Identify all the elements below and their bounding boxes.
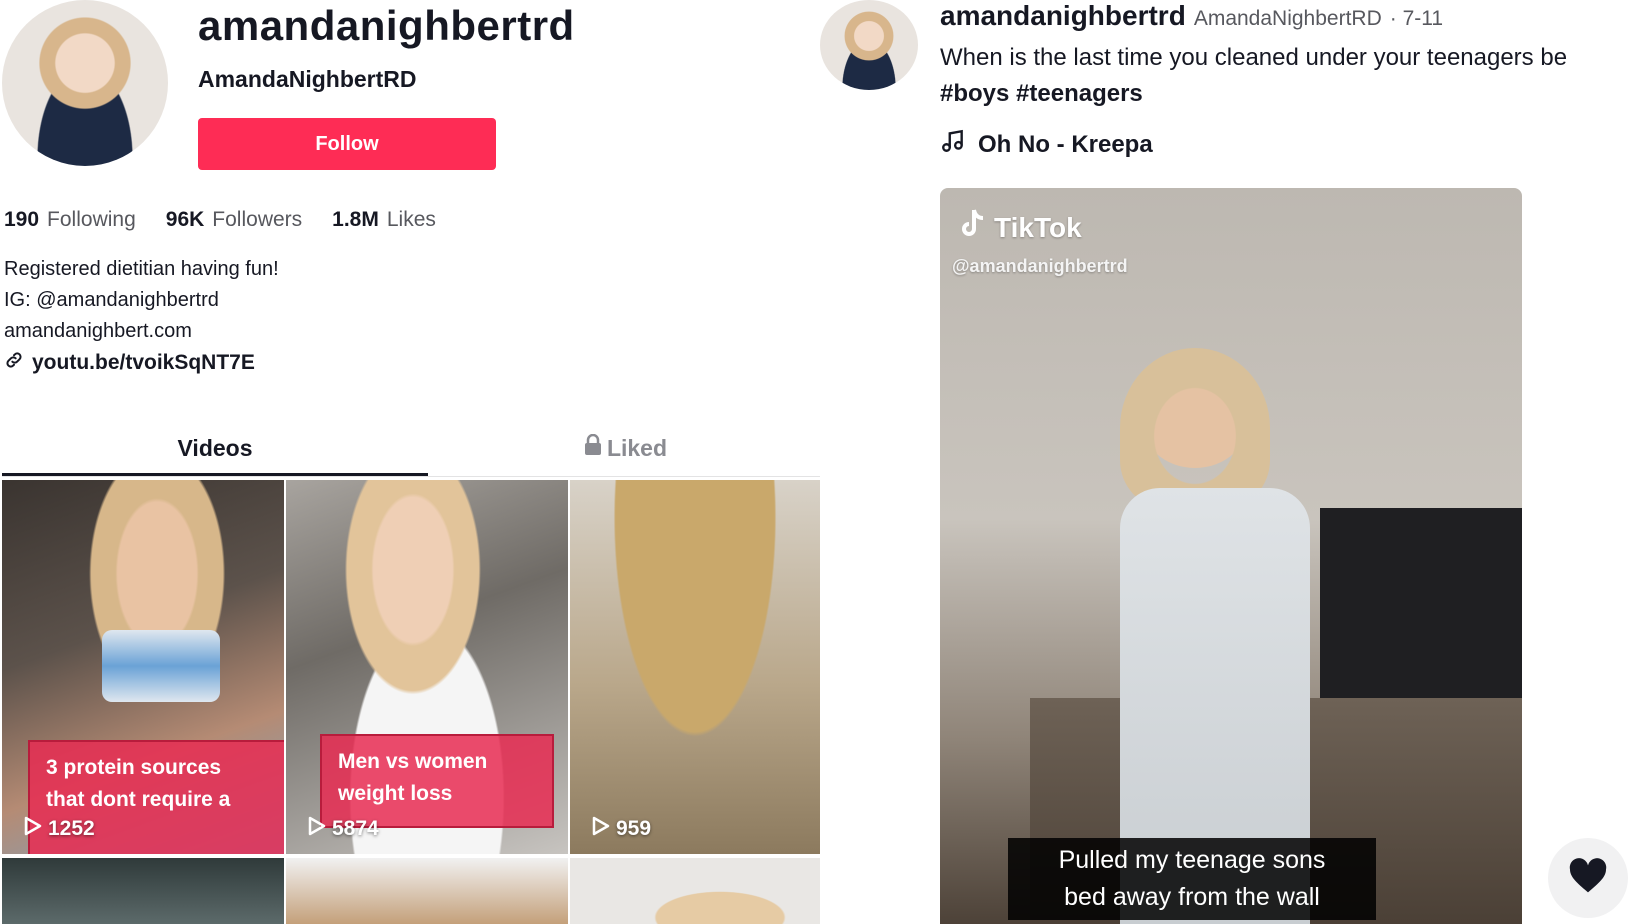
caption-line: weight loss xyxy=(338,782,453,805)
caption-line: Men vs women xyxy=(338,750,488,773)
stat-value: 190 xyxy=(4,208,40,231)
product-can xyxy=(102,630,220,702)
like-button[interactable] xyxy=(1548,838,1628,918)
stat-label: Followers xyxy=(212,208,303,231)
video-thumbnail[interactable] xyxy=(570,858,820,924)
play-icon xyxy=(592,816,610,842)
caption-line: 3 protein sources xyxy=(46,756,222,779)
person-hair xyxy=(1120,348,1270,508)
heart-icon xyxy=(1568,857,1608,899)
stat-following[interactable]: 190 Following xyxy=(4,208,136,232)
profile-username: amandanighbertrd xyxy=(198,2,575,49)
music-note-icon xyxy=(940,128,966,161)
video-caption: Men vs women weight loss xyxy=(320,734,554,828)
stat-value: 1.8M xyxy=(332,208,379,231)
tab-videos[interactable]: Videos xyxy=(2,430,428,476)
post-music[interactable]: Oh No - Kreepa xyxy=(940,128,1153,161)
post-description: When is the last time you cleaned under … xyxy=(940,44,1568,71)
view-count-value: 1252 xyxy=(48,817,95,840)
stat-followers[interactable]: 96K Followers xyxy=(166,208,302,232)
profile-link[interactable]: youtu.be/tvoikSqNT7E xyxy=(4,350,255,376)
profile-avatar[interactable] xyxy=(2,0,168,166)
video-thumbnail[interactable] xyxy=(2,858,284,924)
video-thumbnail[interactable]: Men vs women weight loss 5874 xyxy=(286,480,568,854)
music-title: Oh No - Kreepa xyxy=(978,130,1153,158)
view-count: 5874 xyxy=(308,816,379,842)
tab-liked-label: Liked xyxy=(606,435,668,461)
watermark-handle: @amandanighbertrd xyxy=(952,256,1128,276)
post-username[interactable]: amandanighbertrd xyxy=(940,0,1186,32)
view-count: 959 xyxy=(592,816,651,842)
tiktok-watermark: TikTok xyxy=(958,208,1082,247)
post-header: amandanighbertrd AmandaNighbertRD · 7-11 xyxy=(940,0,1443,32)
profile-stats: 190 Following 96K Followers 1.8M Likes xyxy=(4,208,436,232)
view-count-value: 959 xyxy=(616,817,652,840)
play-icon xyxy=(308,816,326,842)
view-count: 1252 xyxy=(24,816,95,842)
video-player[interactable] xyxy=(940,188,1522,924)
tiktok-logo-icon xyxy=(958,208,986,247)
profile-nickname: AmandaNighbertRD xyxy=(198,66,417,92)
subtitle-line: bed away from the wall xyxy=(1064,883,1320,911)
subtitle-line: Pulled my teenage sons xyxy=(1058,846,1326,874)
profile-link-text[interactable]: youtu.be/tvoikSqNT7E xyxy=(32,351,255,375)
bio-line: amandanighbert.com xyxy=(4,320,192,342)
watermark-brand: TikTok xyxy=(994,211,1082,243)
video-subtitle: Pulled my teenage sons bed away from the… xyxy=(1008,838,1376,920)
tab-liked[interactable]: Liked xyxy=(428,430,822,466)
video-thumbnail[interactable]: 3 protein sources that dont require a 12… xyxy=(2,480,284,854)
stat-value: 96K xyxy=(165,208,205,231)
follow-button[interactable]: Follow xyxy=(198,118,496,170)
stat-likes: 1.8M Likes xyxy=(332,208,436,232)
video-thumbnail[interactable] xyxy=(286,858,568,924)
bio-line: IG: @amandanighbertrd xyxy=(4,289,219,311)
caption-line: that dont require a xyxy=(46,788,231,811)
play-icon xyxy=(24,816,42,842)
view-count-value: 5874 xyxy=(332,817,379,840)
lock-icon xyxy=(583,430,603,466)
tabs-divider xyxy=(2,476,820,477)
stat-label: Likes xyxy=(386,208,436,231)
post-nickname: AmandaNighbertRD xyxy=(1193,7,1382,30)
post-date: · 7-11 xyxy=(1389,7,1444,30)
post-hashtags[interactable]: #boys #teenagers xyxy=(940,80,1143,108)
stat-label: Following xyxy=(47,208,136,231)
post-author-avatar[interactable] xyxy=(820,0,918,90)
bio-line: Registered dietitian having fun! xyxy=(4,258,279,280)
profile-bio: Registered dietitian having fun! IG: @am… xyxy=(4,254,279,347)
link-icon xyxy=(4,350,24,376)
video-thumbnail[interactable]: 959 xyxy=(570,480,820,854)
